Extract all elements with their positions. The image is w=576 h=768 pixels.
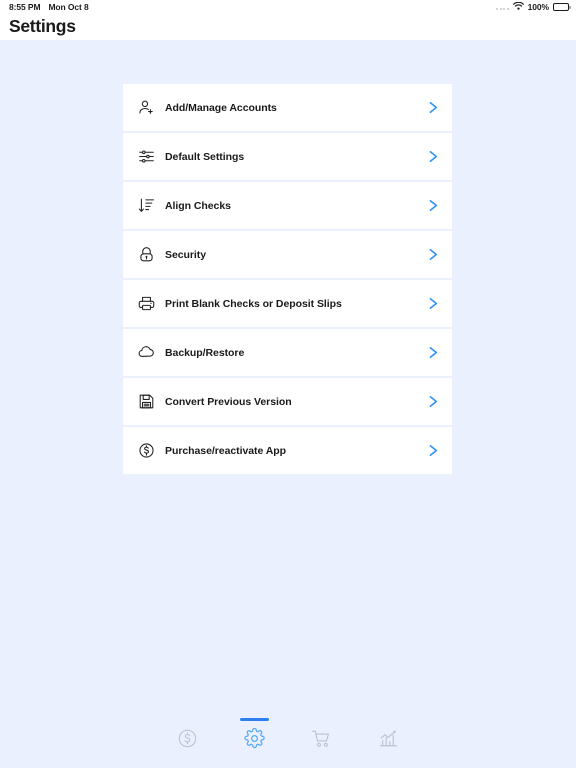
bottom-tab-bar xyxy=(0,706,576,768)
settings-row-add-manage-accounts[interactable]: Add/Manage Accounts xyxy=(123,84,452,131)
main-content: Add/Manage Accounts Default Settings Ali… xyxy=(0,40,576,768)
page-title: Settings xyxy=(9,16,76,36)
cart-icon xyxy=(311,728,332,749)
gear-icon xyxy=(244,728,265,749)
dollar-circle-icon xyxy=(177,728,198,749)
printer-icon xyxy=(137,294,156,313)
chevron-right-icon[interactable] xyxy=(426,150,440,164)
sort-descending-icon xyxy=(137,196,156,215)
sliders-icon xyxy=(137,147,156,166)
status-bar: 8:55 PM Mon Oct 8 100% xyxy=(0,0,576,13)
dollar-circle-icon xyxy=(137,441,156,460)
page-header: Settings xyxy=(0,13,576,40)
signal-dots-icon xyxy=(496,3,509,10)
tab-reports[interactable] xyxy=(366,718,411,762)
settings-row-label: Default Settings xyxy=(165,150,245,163)
person-add-icon xyxy=(137,98,156,117)
tab-active-indicator xyxy=(374,718,403,721)
settings-row-label: Align Checks xyxy=(165,199,231,212)
tab-active-indicator xyxy=(240,718,269,721)
settings-row-print-blank-checks[interactable]: Print Blank Checks or Deposit Slips xyxy=(123,280,452,327)
settings-row-default-settings[interactable]: Default Settings xyxy=(123,133,452,180)
settings-row-label: Purchase/reactivate App xyxy=(165,444,287,457)
tab-settings[interactable] xyxy=(232,718,277,762)
settings-row-label: Backup/Restore xyxy=(165,346,245,359)
settings-row-label: Print Blank Checks or Deposit Slips xyxy=(165,297,342,310)
chevron-right-icon[interactable] xyxy=(426,346,440,360)
settings-list: Add/Manage Accounts Default Settings Ali… xyxy=(123,84,452,474)
settings-row-purchase-reactivate-app[interactable]: Purchase/reactivate App xyxy=(123,427,452,474)
chevron-right-icon[interactable] xyxy=(426,199,440,213)
floppy-disk-icon xyxy=(137,392,156,411)
settings-row-label: Add/Manage Accounts xyxy=(165,101,277,114)
status-bar-right: 100% xyxy=(496,1,571,12)
chevron-right-icon[interactable] xyxy=(426,444,440,458)
status-date: Mon Oct 8 xyxy=(48,1,89,12)
tab-transactions[interactable] xyxy=(165,718,210,762)
settings-row-convert-previous-version[interactable]: Convert Previous Version xyxy=(123,378,452,425)
settings-row-security[interactable]: Security xyxy=(123,231,452,278)
settings-row-align-checks[interactable]: Align Checks xyxy=(123,182,452,229)
chevron-right-icon[interactable] xyxy=(426,297,440,311)
chevron-right-icon[interactable] xyxy=(426,101,440,115)
chevron-right-icon[interactable] xyxy=(426,395,440,409)
tab-store[interactable] xyxy=(299,718,344,762)
chart-icon xyxy=(378,728,399,749)
status-bar-left: 8:55 PM Mon Oct 8 xyxy=(9,2,89,12)
settings-row-label: Convert Previous Version xyxy=(165,395,292,408)
chevron-right-icon[interactable] xyxy=(426,248,440,262)
cloud-icon xyxy=(137,343,156,362)
tab-active-indicator xyxy=(307,718,336,721)
settings-row-label: Security xyxy=(165,248,207,261)
tab-active-indicator xyxy=(173,718,202,721)
settings-row-backup-restore[interactable]: Backup/Restore xyxy=(123,329,452,376)
lock-icon xyxy=(137,245,156,264)
status-time: 8:55 PM xyxy=(9,1,41,12)
wifi-icon xyxy=(512,1,524,12)
battery-full-icon xyxy=(553,2,571,11)
battery-percent-label: 100% xyxy=(527,1,549,12)
